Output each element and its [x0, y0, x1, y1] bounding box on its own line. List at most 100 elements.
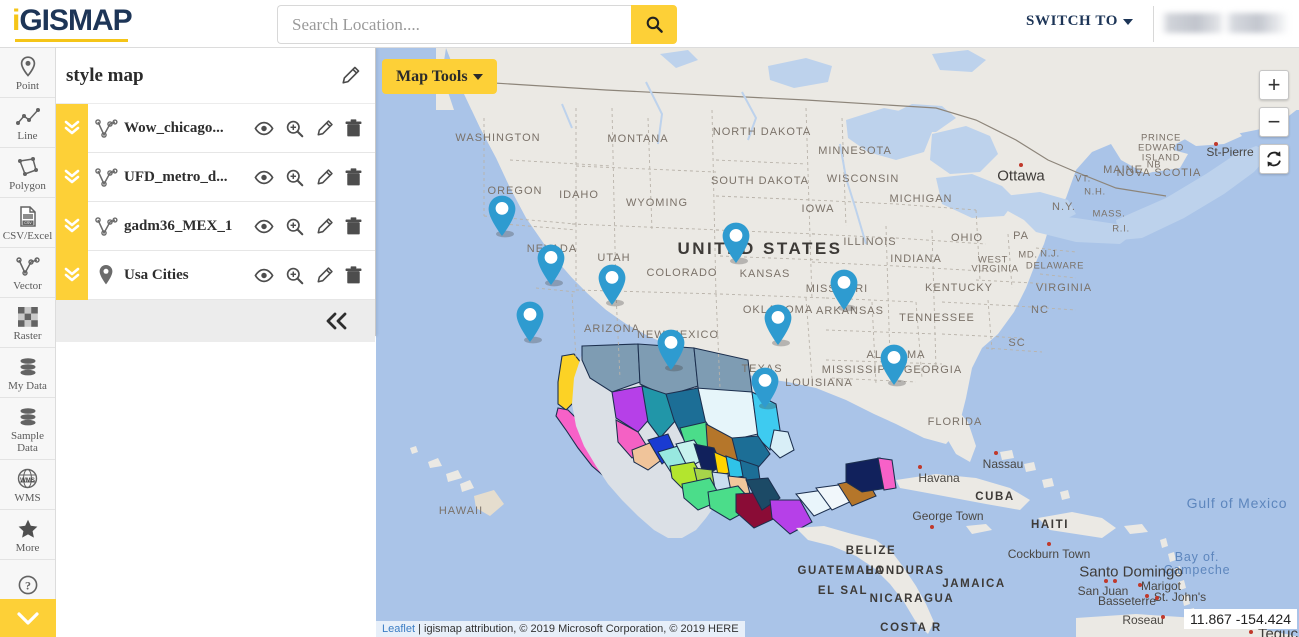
layer-zoom-button[interactable]	[285, 119, 304, 138]
sidebar-item-line[interactable]: Line	[0, 98, 55, 148]
vector-icon	[88, 118, 124, 139]
search-button[interactable]	[631, 5, 677, 44]
sidebar-item-vector[interactable]: Vector	[0, 248, 55, 298]
layer-style-button[interactable]	[315, 217, 334, 236]
map-marker-pin[interactable]	[720, 221, 752, 271]
plus-icon: +	[1268, 74, 1281, 96]
chevron-down-icon	[1123, 19, 1133, 25]
sidebar-item-my-data[interactable]: My Data	[0, 348, 55, 398]
leaflet-link[interactable]: Leaflet	[382, 623, 415, 635]
database-icon	[18, 406, 38, 428]
zoom-to-layer-icon	[285, 266, 304, 285]
sidebar-item-point[interactable]: Point	[0, 48, 55, 98]
layer-drag-handle[interactable]	[56, 202, 88, 251]
layer-visibility-button[interactable]	[254, 219, 274, 234]
map-marker-pin[interactable]	[596, 263, 628, 313]
table-row[interactable]: gadm36_MEX_1	[56, 202, 375, 251]
layer-drag-handle[interactable]	[56, 153, 88, 202]
eye-icon	[254, 121, 274, 136]
map-attribution: Leaflet | igismap attribution, © 2019 Mi…	[376, 621, 745, 637]
search-input[interactable]	[277, 5, 631, 44]
layer-delete-button[interactable]	[345, 217, 362, 236]
layer-zoom-button[interactable]	[285, 217, 304, 236]
sidebar-item-raster[interactable]: Raster	[0, 298, 55, 348]
map-marker-pin[interactable]	[535, 243, 567, 293]
map-marker-pin[interactable]	[749, 366, 781, 416]
table-row[interactable]: Usa Cities	[56, 251, 375, 300]
attribution-text: | igismap attribution, © 2019 Microsoft …	[415, 623, 739, 635]
help-question-icon: ?	[18, 574, 38, 596]
rail-collapse-button[interactable]	[0, 599, 56, 637]
search-bar	[277, 5, 677, 44]
layer-visibility-button[interactable]	[254, 170, 274, 185]
layer-visibility-button[interactable]	[254, 268, 274, 283]
layer-delete-button[interactable]	[345, 266, 362, 285]
logo-word: GISMAP	[19, 4, 131, 37]
reset-view-button[interactable]	[1259, 144, 1289, 174]
minus-icon: −	[1268, 111, 1281, 133]
vector-icon	[88, 216, 124, 237]
refresh-icon	[1265, 150, 1283, 168]
layer-name: Usa Cities	[124, 267, 254, 284]
layer-delete-button[interactable]	[345, 168, 362, 187]
switch-to-dropdown[interactable]: SWITCH TO	[1026, 13, 1133, 30]
chevron-down-icon	[15, 611, 41, 626]
zoom-in-button[interactable]: +	[1259, 70, 1289, 100]
layer-visibility-button[interactable]	[254, 121, 274, 136]
collapse-panel-button[interactable]	[325, 312, 349, 330]
user-account-menu[interactable]	[1161, 13, 1289, 33]
pencil-icon	[340, 65, 361, 86]
sidebar-item-csv-excel[interactable]: CSV CSV/Excel	[0, 198, 55, 248]
layer-name: Wow_chicago...	[124, 120, 254, 137]
map-marker-pin[interactable]	[762, 303, 794, 353]
map-marker-pin[interactable]	[486, 194, 518, 244]
sidebar-item-label: Sample Data	[0, 430, 55, 454]
table-row[interactable]: UFD_metro_d...	[56, 153, 375, 202]
csv-file-icon: CSV	[19, 206, 37, 228]
sidebar-item-sample-data[interactable]: Sample Data	[0, 398, 55, 460]
vector-icon	[16, 256, 40, 278]
trash-icon	[345, 168, 362, 187]
sidebar-item-wms[interactable]: WMS WMS	[0, 460, 55, 510]
layer-panel-footer	[56, 300, 375, 342]
layer-zoom-button[interactable]	[285, 168, 304, 187]
map-marker-pin[interactable]	[655, 328, 687, 378]
eye-icon	[254, 170, 274, 185]
zoom-out-button[interactable]: −	[1259, 107, 1289, 137]
layer-drag-handle[interactable]	[56, 104, 88, 153]
map-pin-icon	[20, 56, 36, 78]
top-bar: iGISMAP SWITCH TO	[0, 0, 1299, 48]
layer-actions	[254, 217, 375, 236]
map-marker-pin[interactable]	[828, 268, 860, 318]
sidebar-item-polygon[interactable]: Polygon	[0, 148, 55, 198]
layer-style-button[interactable]	[315, 168, 334, 187]
layer-panel-header: style map	[56, 48, 375, 104]
database-icon	[18, 356, 38, 378]
sidebar-item-label: Polygon	[9, 180, 46, 192]
edit-map-name-button[interactable]	[340, 65, 361, 86]
layer-drag-handle[interactable]	[56, 251, 88, 300]
layer-zoom-button[interactable]	[285, 266, 304, 285]
layer-list: Wow_chicago... UFD_metro_d...	[56, 104, 375, 300]
chevron-double-down-icon	[62, 266, 82, 284]
map-canvas[interactable]: WASHINGTONMONTANANORTH DAKOTAMINNESOTAOR…	[376, 48, 1299, 637]
map-pin-icon	[88, 264, 124, 286]
table-row[interactable]: Wow_chicago...	[56, 104, 375, 153]
layer-delete-button[interactable]	[345, 119, 362, 138]
layer-style-button[interactable]	[315, 266, 334, 285]
zoom-to-layer-icon	[285, 217, 304, 236]
svg-text:WMS: WMS	[20, 478, 35, 484]
eye-icon	[254, 268, 274, 283]
sidebar-item-label: WMS	[14, 492, 40, 504]
map-tools-button[interactable]: Map Tools	[382, 59, 497, 94]
svg-text:CSV: CSV	[24, 221, 32, 225]
sidebar-item-label: Point	[16, 80, 39, 92]
map-marker-pin[interactable]	[878, 343, 910, 393]
map-tools-label: Map Tools	[396, 68, 468, 86]
sidebar-item-label: CSV/Excel	[3, 230, 53, 242]
app-logo[interactable]: iGISMAP	[12, 5, 142, 43]
sidebar-item-more[interactable]: More	[0, 510, 55, 560]
layer-style-button[interactable]	[315, 119, 334, 138]
map-marker-pin[interactable]	[514, 300, 546, 350]
eye-icon	[254, 219, 274, 234]
